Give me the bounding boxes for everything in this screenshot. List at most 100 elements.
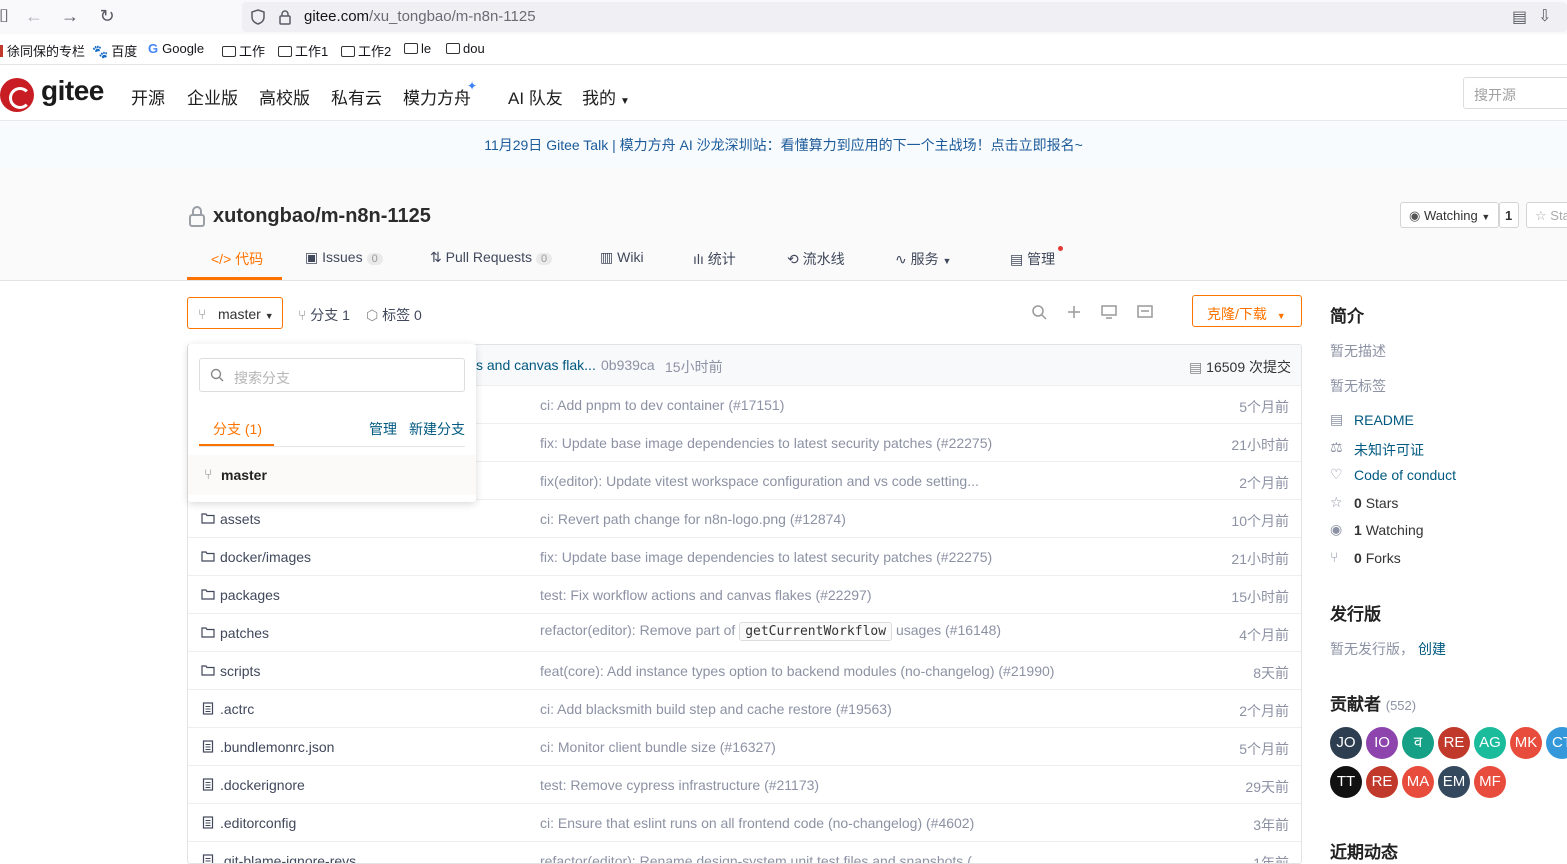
nav-moli[interactable]: 模力方舟 ✦ xyxy=(403,79,477,109)
nav-enterprise[interactable]: 企业版 xyxy=(187,84,238,109)
commit-message[interactable]: ci: Ensure that eslint runs on all front… xyxy=(540,815,974,831)
gitee-logo-icon[interactable] xyxy=(0,78,34,112)
last-commit-message[interactable]: s and canvas flak... xyxy=(476,357,596,373)
tab-manage[interactable]: ▤ 管理 xyxy=(1010,246,1063,269)
new-branch-link[interactable]: 新建分支 xyxy=(409,419,465,439)
nav-mine[interactable]: 我的 ▼ xyxy=(582,84,630,109)
reload-icon[interactable]: ↻ xyxy=(95,5,119,29)
file-name[interactable]: .actrc xyxy=(220,701,254,717)
commit-message[interactable]: fix(editor): Update vitest workspace con… xyxy=(540,473,979,489)
contributor-avatar[interactable]: IO xyxy=(1366,727,1398,759)
web-ide-icon[interactable] xyxy=(1101,304,1117,320)
file-name[interactable]: docker/images xyxy=(220,549,311,565)
contributor-avatar[interactable]: CT xyxy=(1546,727,1567,759)
logo-text[interactable]: gitee xyxy=(41,75,104,107)
tab-code[interactable]: </> 代码 xyxy=(211,249,263,269)
forward-icon[interactable]: → xyxy=(58,5,82,29)
watching-count[interactable]: 1 xyxy=(1499,202,1519,228)
comment-icon[interactable] xyxy=(1137,304,1153,320)
repo-title[interactable]: xutongbao/m-n8n-1125 xyxy=(213,205,431,228)
contributor-avatar[interactable]: व xyxy=(1402,727,1434,759)
stars-stat[interactable]: 0 Stars xyxy=(1354,495,1398,511)
commit-message[interactable]: feat(core): Add instance types option to… xyxy=(540,663,1054,679)
file-name[interactable]: scripts xyxy=(220,663,260,679)
file-row[interactable]: scripts feat(core): Add instance types op… xyxy=(188,651,1301,689)
file-name[interactable]: assets xyxy=(220,511,260,527)
commit-message[interactable]: ci: Monitor client bundle size (#16327) xyxy=(540,739,776,755)
watching-stat[interactable]: 1 Watching xyxy=(1354,522,1424,538)
contributor-avatar[interactable]: EM xyxy=(1438,766,1470,798)
watching-button[interactable]: ◉ Watching ▼ xyxy=(1400,202,1499,228)
create-release-link[interactable]: 创建 xyxy=(1418,639,1446,659)
commit-message[interactable]: test: Remove cypress infrastructure (#21… xyxy=(540,777,819,793)
file-name[interactable]: .bundlemonrc.json xyxy=(220,739,334,755)
bookmark-item[interactable]: 徐同保的专栏 xyxy=(0,41,85,60)
bookmark-folder[interactable]: 工作2 xyxy=(341,41,391,60)
shield-icon[interactable] xyxy=(250,9,266,25)
file-row[interactable]: .git-blame-ignore-revs refactor(editor): … xyxy=(188,841,1301,863)
commit-message[interactable]: ci: Revert path change for n8n-logo.png … xyxy=(540,511,846,527)
search-icon[interactable] xyxy=(1031,304,1047,320)
contributor-avatar[interactable]: MA xyxy=(1402,766,1434,798)
tab-stats[interactable]: ılı 统计 xyxy=(693,249,736,269)
contributor-avatar[interactable]: RE xyxy=(1438,727,1470,759)
tab-pull-requests[interactable]: ⇅ Pull Requests 0 xyxy=(430,249,553,266)
bookmark-folder[interactable]: dou xyxy=(446,41,485,56)
file-row[interactable]: packages test: Fix workflow actions and c… xyxy=(188,575,1301,613)
sidebar-toggle-icon[interactable]: ⌷ xyxy=(0,5,16,29)
commit-message[interactable]: refactor(editor): Remove part of getCurr… xyxy=(540,622,1001,641)
star-button[interactable]: ☆ Star xyxy=(1526,202,1567,228)
file-name[interactable]: .editorconfig xyxy=(220,815,296,831)
bookmark-folder[interactable]: le xyxy=(404,41,431,56)
clone-download-button[interactable]: 克隆/下载 ▼ xyxy=(1192,295,1302,327)
file-name[interactable]: .git-blame-ignore-revs xyxy=(220,853,356,863)
file-name[interactable]: .dockerignore xyxy=(220,777,305,793)
nav-ai[interactable]: AI 队友 xyxy=(508,84,563,109)
tab-issues[interactable]: ▣ Issues 0 xyxy=(305,249,383,266)
contributor-avatar[interactable]: AG xyxy=(1474,727,1506,759)
nav-opensource[interactable]: 开源 xyxy=(131,84,165,109)
commit-message[interactable]: ci: Add pnpm to dev container (#17151) xyxy=(540,397,784,413)
branch-select-button[interactable]: ⑂ master ▼ xyxy=(187,297,283,329)
lock-icon[interactable] xyxy=(278,9,292,25)
file-row[interactable]: .dockerignore test: Remove cypress infras… xyxy=(188,765,1301,803)
commit-message[interactable]: test: Fix workflow actions and canvas fl… xyxy=(540,587,872,603)
readme-link[interactable]: README xyxy=(1354,412,1414,428)
contributor-avatar[interactable]: JO xyxy=(1330,727,1362,759)
tab-pipeline[interactable]: ⟲ 流水线 xyxy=(787,249,845,269)
save-page-icon[interactable]: ⇩ xyxy=(1538,6,1551,26)
commit-count[interactable]: ▤ 16509 次提交 xyxy=(1189,357,1291,377)
contributor-avatar[interactable]: MK xyxy=(1510,727,1542,759)
tab-wiki[interactable]: ▥ Wiki xyxy=(600,249,644,266)
file-row[interactable]: assets ci: Revert path change for n8n-log… xyxy=(188,499,1301,537)
file-row[interactable]: patches refactor(editor): Remove part of … xyxy=(188,613,1301,651)
branches-link[interactable]: ⑂ 分支 1 xyxy=(298,305,350,325)
file-row[interactable]: docker/images fix: Update base image depe… xyxy=(188,537,1301,575)
code-of-conduct-link[interactable]: Code of conduct xyxy=(1354,467,1456,483)
tab-service[interactable]: ∿ 服务 ▼ xyxy=(895,249,951,269)
contributor-avatar[interactable]: TT xyxy=(1330,766,1362,798)
manage-branches-link[interactable]: 管理 xyxy=(369,419,397,439)
file-row[interactable]: .actrc ci: Add blacksmith build step and … xyxy=(188,689,1301,727)
dropdown-tab-branches[interactable]: 分支 (1) xyxy=(213,419,262,439)
add-file-icon[interactable] xyxy=(1066,304,1082,320)
back-icon[interactable]: ← xyxy=(22,5,46,29)
forks-stat[interactable]: 0 Forks xyxy=(1354,550,1401,566)
commit-message[interactable]: refactor(editor): Rename design-system u… xyxy=(540,853,972,863)
bookmark-item[interactable]: 🐾 百度 xyxy=(92,41,137,60)
last-commit-hash[interactable]: 0b939ca xyxy=(601,357,655,373)
file-row[interactable]: .bundlemonrc.json ci: Monitor client bund… xyxy=(188,727,1301,765)
reader-view-icon[interactable]: ▤ xyxy=(1512,7,1527,27)
branch-search-input[interactable]: 搜索分支 xyxy=(199,358,465,392)
announcement-banner[interactable]: 11月29日 Gitee Talk | 模力方舟 AI 沙龙深圳站：看懂算力到应… xyxy=(0,121,1567,169)
bookmark-item[interactable]: G Google xyxy=(148,41,204,56)
file-name[interactable]: packages xyxy=(220,587,280,603)
file-row[interactable]: .editorconfig ci: Ensure that eslint runs… xyxy=(188,803,1301,841)
commit-message[interactable]: ci: Add blacksmith build step and cache … xyxy=(540,701,892,717)
search-input[interactable]: 搜开源 xyxy=(1463,77,1567,109)
bookmark-folder[interactable]: 工作1 xyxy=(278,41,328,60)
contributor-avatar[interactable]: RE xyxy=(1366,766,1398,798)
commit-message[interactable]: fix: Update base image dependencies to l… xyxy=(540,435,992,451)
file-name[interactable]: patches xyxy=(220,625,269,641)
nav-private-cloud[interactable]: 私有云 xyxy=(331,84,382,109)
